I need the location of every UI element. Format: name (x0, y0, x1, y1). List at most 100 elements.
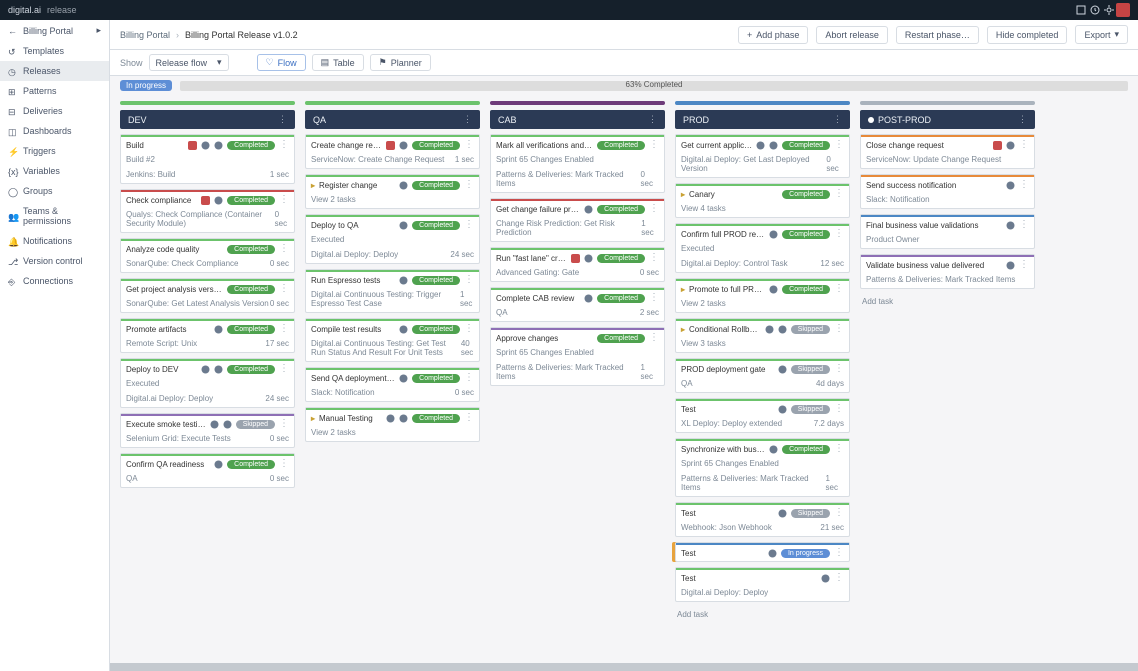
task-menu-icon[interactable]: ⋮ (834, 404, 844, 414)
task-menu-icon[interactable]: ⋮ (834, 573, 844, 583)
phase-menu-icon[interactable]: ⋮ (833, 114, 842, 125)
sidebar-item-connections[interactable]: ⎆Connections (0, 271, 109, 291)
sidebar-item-teams-permissions[interactable]: 👥Teams & permissions (0, 201, 109, 231)
task-card[interactable]: Final business value validations⋮Product… (860, 214, 1035, 249)
task-menu-icon[interactable]: ⋮ (464, 275, 474, 285)
task-card[interactable]: Analyze code qualityCompleted⋮SonarQube:… (120, 238, 295, 273)
task-card[interactable]: Test⋮Digital.ai Deploy: Deploy (675, 567, 850, 602)
task-card[interactable]: Create change requestCompleted⋮ServiceNo… (305, 134, 480, 169)
task-menu-icon[interactable]: ⋮ (1019, 180, 1029, 190)
phase-header[interactable]: QA⋮ (305, 110, 480, 129)
sidebar-item-billing-portal[interactable]: ←Billing Portal▸ (0, 20, 109, 41)
task-card[interactable]: Execute smoke testingSkipped⋮Selenium Gr… (120, 413, 295, 448)
sidebar-item-triggers[interactable]: ⚡Triggers (0, 141, 109, 161)
phase-header[interactable]: PROD⋮ (675, 110, 850, 129)
task-card[interactable]: ▸Register changeCompleted⋮View 2 tasks (305, 174, 480, 209)
task-card[interactable]: Check complianceCompleted⋮Qualys: Check … (120, 189, 295, 233)
sidebar-item-groups[interactable]: ◯Groups (0, 181, 109, 201)
task-menu-icon[interactable]: ⋮ (464, 324, 474, 334)
task-menu-icon[interactable]: ⋮ (649, 204, 659, 214)
task-menu-icon[interactable]: ⋮ (1019, 260, 1029, 270)
sidebar-item-patterns[interactable]: ⊞Patterns (0, 81, 109, 101)
task-card[interactable]: Validate business value delivered⋮Patter… (860, 254, 1035, 289)
user-avatar[interactable] (1116, 3, 1130, 17)
task-menu-icon[interactable]: ⋮ (279, 284, 289, 294)
task-card[interactable]: ▸Promote to full PRODCompleted⋮View 2 ta… (675, 278, 850, 313)
add-phase-button[interactable]: + Add phase (738, 26, 808, 44)
crumb-folder[interactable]: Billing Portal (120, 30, 170, 40)
task-menu-icon[interactable]: ⋮ (834, 284, 844, 294)
task-menu-icon[interactable]: ⋮ (649, 140, 659, 150)
task-card[interactable]: Get change failure predictionCompleted⋮C… (490, 198, 665, 242)
task-menu-icon[interactable]: ⋮ (649, 253, 659, 263)
clock-icon[interactable] (1088, 3, 1102, 17)
task-menu-icon[interactable]: ⋮ (464, 373, 474, 383)
export-button[interactable]: Export ▾ (1075, 25, 1128, 44)
hide-completed-button[interactable]: Hide completed (987, 26, 1068, 44)
task-menu-icon[interactable]: ⋮ (834, 444, 844, 454)
task-card[interactable]: ▸CanaryCompleted⋮View 4 tasks (675, 183, 850, 218)
task-menu-icon[interactable]: ⋮ (834, 229, 844, 239)
view-flow-button[interactable]: ♡ Flow (257, 54, 306, 71)
task-card[interactable]: Send QA deployment notif…Completed⋮Slack… (305, 367, 480, 402)
task-card[interactable]: BuildCompleted⋮Build #2Jenkins: Build1 s… (120, 134, 295, 184)
add-task-button[interactable]: Add task (860, 294, 1035, 309)
task-card[interactable]: PROD deployment gateSkipped⋮QA4d days (675, 358, 850, 393)
task-card[interactable]: Confirm full PROD readinessCompleted⋮Exe… (675, 223, 850, 273)
task-card[interactable]: Approve changesCompleted⋮Sprint 65 Chang… (490, 327, 665, 386)
task-card[interactable]: Confirm QA readinessCompleted⋮QA0 sec (120, 453, 295, 488)
task-card[interactable]: Deploy to QACompleted⋮ExecutedDigital.ai… (305, 214, 480, 264)
task-card[interactable]: Mark all verifications and c…Completed⋮S… (490, 134, 665, 193)
task-menu-icon[interactable]: ⋮ (834, 324, 844, 334)
restart-phase-button[interactable]: Restart phase… (896, 26, 979, 44)
sidebar-item-notifications[interactable]: 🔔Notifications (0, 231, 109, 251)
task-card[interactable]: Synchronize with business …Completed⋮Spr… (675, 438, 850, 497)
phase-menu-icon[interactable]: ⋮ (1018, 114, 1027, 125)
task-menu-icon[interactable]: ⋮ (1019, 140, 1029, 150)
task-menu-icon[interactable]: ⋮ (464, 140, 474, 150)
task-card[interactable]: Get current application v…Completed⋮Digi… (675, 134, 850, 178)
task-menu-icon[interactable]: ⋮ (834, 189, 844, 199)
phase-menu-icon[interactable]: ⋮ (463, 114, 472, 125)
task-menu-icon[interactable]: ⋮ (279, 244, 289, 254)
task-card[interactable]: TestIn progress⋮ (675, 542, 850, 562)
task-card[interactable]: Complete CAB reviewCompleted⋮QA2 sec (490, 287, 665, 322)
task-card[interactable]: Compile test resultsCompleted⋮Digital.ai… (305, 318, 480, 362)
add-task-button[interactable]: Add task (675, 607, 850, 622)
phase-header[interactable]: POST-PROD⋮ (860, 110, 1035, 129)
task-menu-icon[interactable]: ⋮ (464, 220, 474, 230)
gear-icon[interactable] (1102, 3, 1116, 17)
task-menu-icon[interactable]: ⋮ (1019, 220, 1029, 230)
phase-header[interactable]: DEV⋮ (120, 110, 295, 129)
task-menu-icon[interactable]: ⋮ (279, 364, 289, 374)
task-card[interactable]: ▸Conditional RollbackSkipped⋮View 3 task… (675, 318, 850, 353)
task-menu-icon[interactable]: ⋮ (279, 324, 289, 334)
task-card[interactable]: Deploy to DEVCompleted⋮ExecutedDigital.a… (120, 358, 295, 408)
task-menu-icon[interactable]: ⋮ (834, 548, 844, 558)
sidebar-item-dashboards[interactable]: ◫Dashboards (0, 121, 109, 141)
task-menu-icon[interactable]: ⋮ (279, 195, 289, 205)
task-menu-icon[interactable]: ⋮ (834, 140, 844, 150)
task-menu-icon[interactable]: ⋮ (279, 459, 289, 469)
view-table-button[interactable]: ▤ Table (312, 54, 364, 71)
show-select[interactable]: Release flow▾ (149, 54, 229, 71)
task-menu-icon[interactable]: ⋮ (834, 364, 844, 374)
sidebar-item-variables[interactable]: {x}Variables (0, 161, 109, 181)
task-card[interactable]: Send success notification⋮Slack: Notific… (860, 174, 1035, 209)
horizontal-scrollbar[interactable] (110, 663, 1138, 671)
task-menu-icon[interactable]: ⋮ (649, 333, 659, 343)
task-card[interactable]: Run Espresso testsCompleted⋮Digital.ai C… (305, 269, 480, 313)
view-planner-button[interactable]: ⚑ Planner (370, 54, 431, 71)
task-card[interactable]: Get project analysis versionCompleted⋮So… (120, 278, 295, 313)
phase-menu-icon[interactable]: ⋮ (648, 114, 657, 125)
phase-menu-icon[interactable]: ⋮ (278, 114, 287, 125)
task-card[interactable]: TestSkipped⋮Webhook: Json Webhook21 sec (675, 502, 850, 537)
task-menu-icon[interactable]: ⋮ (464, 413, 474, 423)
task-card[interactable]: ▸Manual TestingCompleted⋮View 2 tasks (305, 407, 480, 442)
task-card[interactable]: TestSkipped⋮XL Deploy: Deploy extended7.… (675, 398, 850, 433)
sidebar-item-deliveries[interactable]: ⊟Deliveries (0, 101, 109, 121)
task-menu-icon[interactable]: ⋮ (279, 419, 289, 429)
abort-release-button[interactable]: Abort release (816, 26, 888, 44)
phase-header[interactable]: CAB⋮ (490, 110, 665, 129)
task-menu-icon[interactable]: ⋮ (834, 508, 844, 518)
